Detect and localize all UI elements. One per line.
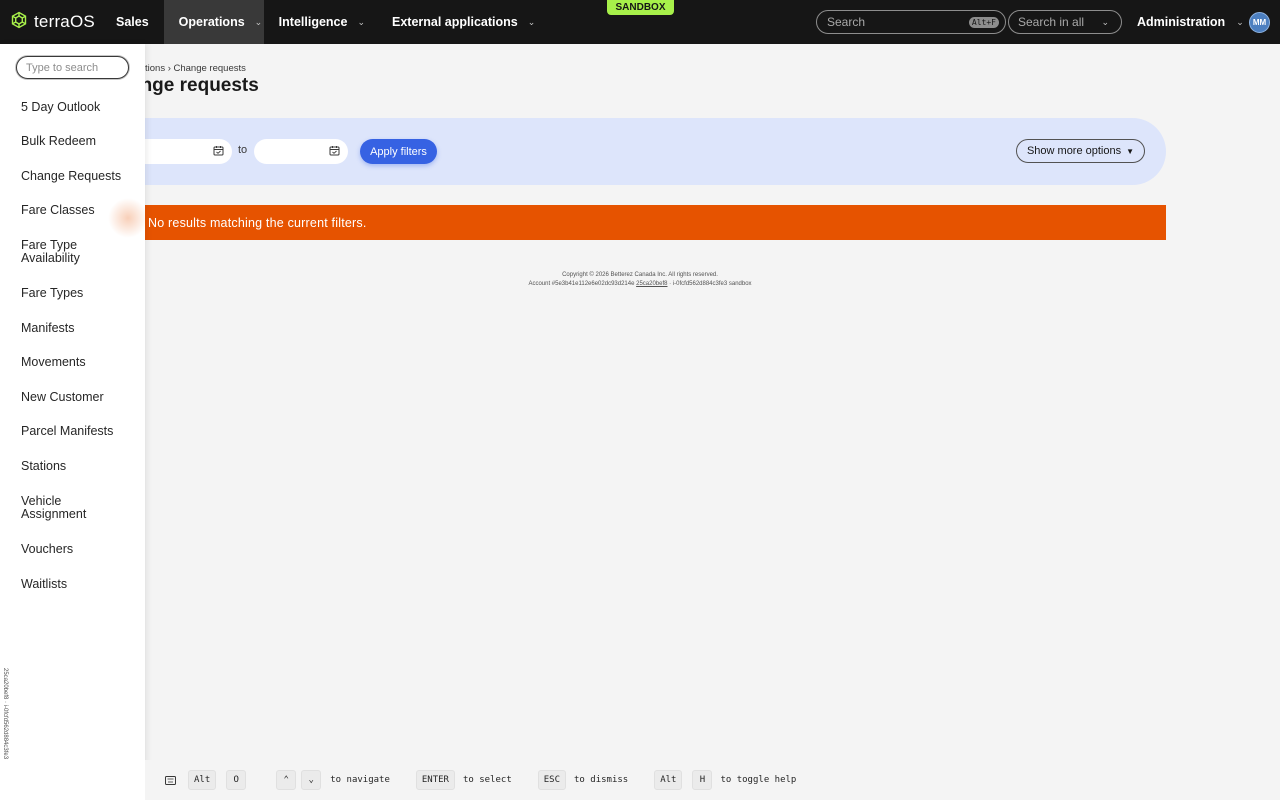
- key-esc: ESC: [537, 770, 567, 790]
- menu-item-waitlists[interactable]: Waitlists: [21, 578, 139, 591]
- nav-operations[interactable]: Operations ⌄: [163, 0, 264, 44]
- page-title: ange requests: [130, 75, 259, 96]
- search-placeholder: Search: [827, 15, 866, 29]
- chevron-down-icon: ⌄: [254, 16, 263, 27]
- key-up: ⌃: [276, 770, 297, 790]
- key-h: H: [692, 770, 713, 790]
- chevron-down-icon: ⌄: [1236, 16, 1244, 27]
- menu-item-stations[interactable]: Stations: [21, 460, 139, 473]
- logo-text: terraOS: [34, 12, 95, 31]
- menu-item-new-customer[interactable]: New Customer: [21, 391, 139, 404]
- operations-side-menu: Type to search 5 Day Outlook Bulk Redeem…: [0, 44, 145, 800]
- apply-filters-button[interactable]: Apply filters: [360, 139, 437, 164]
- nav-sales-label: Sales: [116, 15, 149, 29]
- top-navigation-bar: terraOS Sales Operations ⌄ Intelligence …: [0, 0, 1280, 44]
- key-alt-help: Alt: [654, 770, 683, 790]
- menu-item-vehicle-assignment[interactable]: Vehicle Assignment: [21, 495, 101, 521]
- menu-item-vouchers[interactable]: Vouchers: [21, 543, 139, 556]
- global-search-input[interactable]: Search Alt+F: [816, 10, 1006, 34]
- search-shortcut: Alt+F: [968, 16, 999, 28]
- copyright-text: Copyright © 2026 Betterez Canada Inc. Al…: [562, 272, 718, 278]
- keyboard-icon: [160, 770, 180, 790]
- menu-item-5-day-outlook[interactable]: 5 Day Outlook: [21, 101, 139, 114]
- key-o: O: [226, 770, 247, 790]
- hover-glow: [108, 198, 148, 238]
- menu-item-fare-type-availability[interactable]: Fare Type Availability: [21, 239, 101, 265]
- menu-item-parcel-manifests[interactable]: Parcel Manifests: [21, 425, 139, 438]
- menu-item-manifests[interactable]: Manifests: [21, 322, 139, 335]
- no-results-alert: No results matching the current filters.: [120, 205, 1166, 240]
- administration-menu[interactable]: Administration ⌄: [1137, 0, 1244, 44]
- menu-item-bulk-redeem[interactable]: Bulk Redeem: [21, 135, 139, 148]
- menu-search-placeholder: Type to search: [26, 61, 99, 74]
- select-hint: to select: [462, 775, 512, 785]
- breadcrumb: tions › Change requests: [145, 63, 246, 74]
- caret-down-icon: ▼: [1126, 146, 1135, 156]
- nav-external-applications-label: External applications: [392, 15, 518, 29]
- account-suffix: · i-0fcfd562d884c3fe3 sandbox: [669, 281, 752, 287]
- date-to-input[interactable]: [254, 139, 348, 164]
- calendar-icon: [329, 145, 340, 159]
- sandbox-badge: SANDBOX: [607, 0, 674, 15]
- menu-search-input[interactable]: Type to search: [16, 56, 129, 79]
- key-alt: Alt: [188, 770, 217, 790]
- footer: Copyright © 2026 Betterez Canada Inc. Al…: [0, 271, 1280, 289]
- terraos-logo-icon: [10, 11, 28, 34]
- toggle-help-hint: to toggle help: [720, 775, 797, 785]
- chevron-down-icon: ⌄: [527, 16, 536, 27]
- menu-item-movements[interactable]: Movements: [21, 356, 139, 369]
- show-more-options-label: Show more options: [1026, 145, 1122, 157]
- user-avatar[interactable]: MM: [1249, 12, 1270, 33]
- date-range-separator: to: [238, 144, 248, 156]
- nav-operations-label: Operations: [178, 15, 245, 29]
- calendar-icon: [213, 145, 224, 159]
- nav-external-applications[interactable]: External applications ⌄: [380, 0, 550, 44]
- search-scope-value: Search in all: [1018, 15, 1085, 29]
- chevron-down-icon: ⌄: [357, 16, 365, 27]
- account-line: Account #5e3b41e112e6e02dc93d214e 25ca20…: [0, 280, 1280, 289]
- dismiss-hint: to dismiss: [574, 775, 629, 785]
- nav-sales[interactable]: Sales: [100, 0, 164, 44]
- show-more-options-button[interactable]: Show more options ▼: [1016, 139, 1145, 163]
- menu-item-fare-types[interactable]: Fare Types: [21, 287, 139, 300]
- nav-intelligence[interactable]: Intelligence ⌄: [264, 0, 380, 44]
- nav-intelligence-label: Intelligence: [278, 15, 348, 29]
- filter-bar: to Apply filters Show more options ▼: [120, 118, 1166, 185]
- keyboard-help-bar: Alt O ⌃ ⌄ to navigate ENTER to select ES…: [145, 760, 1280, 800]
- chevron-down-icon: ⌄: [1101, 16, 1109, 27]
- search-scope-select[interactable]: Search in all ⌄: [1008, 10, 1122, 34]
- administration-label: Administration: [1137, 15, 1226, 29]
- account-link[interactable]: 25ca20bef8: [636, 281, 667, 287]
- navigate-hint: to navigate: [330, 775, 390, 785]
- account-prefix: Account #5e3b41e112e6e02dc93d214e: [528, 281, 635, 287]
- key-enter: ENTER: [415, 770, 455, 790]
- key-down: ⌄: [301, 770, 322, 790]
- instance-id-vertical: 25ca20bef8 · i-0fcfd562d884c3fe3: [2, 668, 8, 760]
- terraos-logo[interactable]: terraOS: [0, 0, 100, 44]
- menu-item-change-requests[interactable]: Change Requests: [21, 170, 139, 183]
